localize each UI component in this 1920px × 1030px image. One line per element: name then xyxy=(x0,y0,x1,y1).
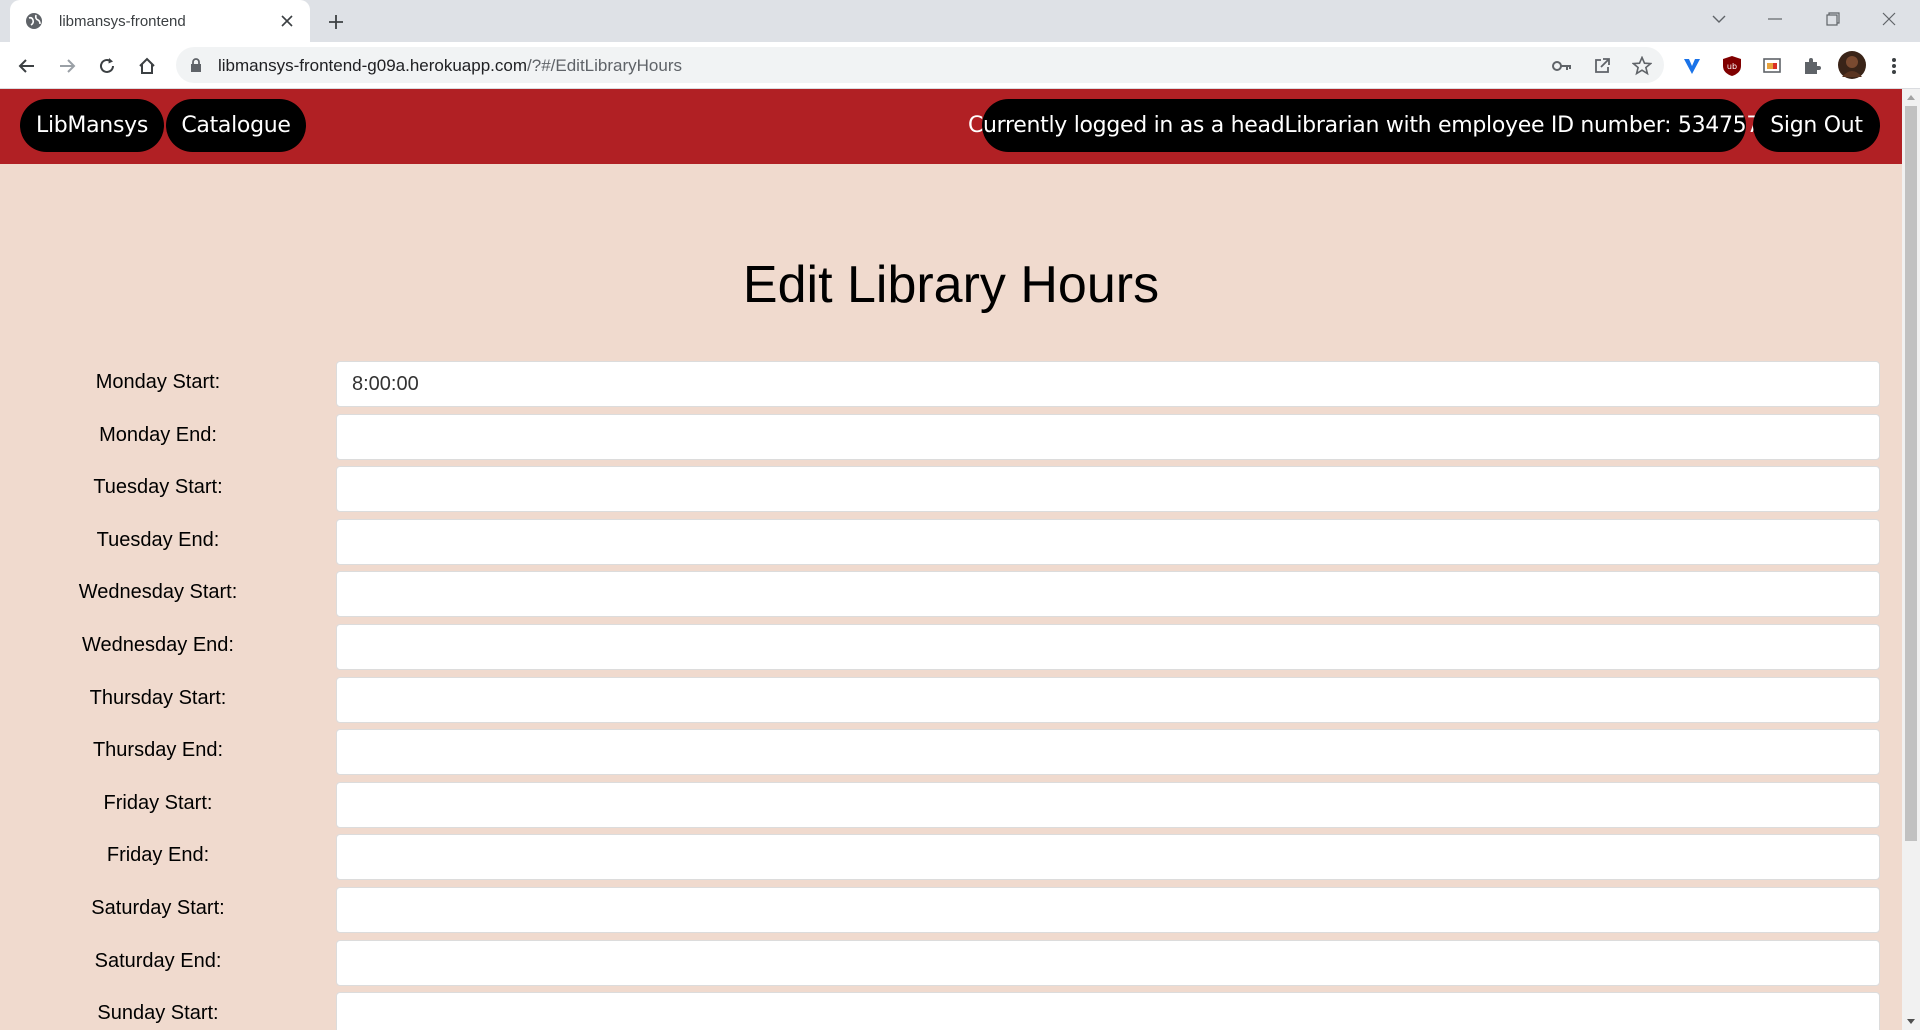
scrollbar[interactable] xyxy=(1902,89,1920,1030)
restore-icon[interactable] xyxy=(1810,0,1856,38)
hours-input[interactable] xyxy=(336,571,1880,617)
ublock-icon[interactable]: ub xyxy=(1720,54,1744,78)
page-viewport: LibMansys Catalogue Currently logged in … xyxy=(0,89,1920,1030)
field-label: Monday End: xyxy=(99,424,217,446)
hours-input[interactable] xyxy=(336,782,1880,828)
page-title: Edit Library Hours xyxy=(742,256,1160,314)
reload-icon[interactable] xyxy=(92,51,122,81)
field-label: Wednesday Start: xyxy=(78,581,238,603)
field-label: Wednesday End: xyxy=(82,634,234,656)
hours-input[interactable] xyxy=(336,887,1880,933)
forward-icon[interactable] xyxy=(52,51,82,81)
field-label: Tuesday End: xyxy=(96,529,220,551)
hours-input[interactable] xyxy=(336,940,1880,986)
star-icon[interactable] xyxy=(1630,54,1654,78)
sign-out-button[interactable]: Sign Out xyxy=(1753,99,1880,152)
field-label: Thursday Start: xyxy=(89,687,227,709)
login-status: Currently logged in as a headLibrarian w… xyxy=(968,99,1760,152)
field-label: Friday End: xyxy=(106,844,210,866)
url-text: libmansys-frontend-g09a.herokuapp.com/?#… xyxy=(218,56,682,75)
back-icon[interactable] xyxy=(12,51,42,81)
key-icon[interactable] xyxy=(1550,54,1574,78)
globe-icon xyxy=(24,11,44,31)
hours-input[interactable] xyxy=(336,992,1880,1030)
hours-input[interactable] xyxy=(336,519,1880,565)
tab-strip: libmansys-frontend xyxy=(0,0,1920,42)
svg-text:ub: ub xyxy=(1727,62,1737,71)
tab-search-icon[interactable] xyxy=(1696,0,1742,38)
browser-tab[interactable]: libmansys-frontend xyxy=(10,0,310,42)
scroll-up-icon[interactable] xyxy=(1902,89,1920,105)
hours-input[interactable] xyxy=(336,414,1880,460)
extension-icon[interactable] xyxy=(1680,54,1704,78)
puzzle-icon[interactable] xyxy=(1800,54,1824,78)
kebab-menu-icon[interactable] xyxy=(1882,54,1906,78)
hours-input[interactable] xyxy=(336,677,1880,723)
app-navbar: LibMansys Catalogue Currently logged in … xyxy=(0,89,1902,164)
hours-input[interactable] xyxy=(336,729,1880,775)
field-label: Friday Start: xyxy=(103,792,213,814)
address-bar[interactable]: libmansys-frontend-g09a.herokuapp.com/?#… xyxy=(176,47,1664,83)
field-label: Saturday End: xyxy=(94,950,222,972)
window-close-icon[interactable] xyxy=(1866,0,1912,38)
hours-input[interactable] xyxy=(336,361,1880,407)
scrollbar-thumb[interactable] xyxy=(1905,106,1917,841)
minimize-icon[interactable] xyxy=(1752,0,1798,38)
hours-input[interactable] xyxy=(336,834,1880,880)
hours-input[interactable] xyxy=(336,466,1880,512)
scroll-down-icon[interactable] xyxy=(1902,1014,1920,1030)
field-label: Saturday Start: xyxy=(91,897,225,919)
share-icon[interactable] xyxy=(1590,54,1614,78)
plus-icon[interactable] xyxy=(322,8,350,36)
field-label: Thursday End: xyxy=(92,739,224,761)
field-label: Sunday Start: xyxy=(97,1002,219,1024)
avatar[interactable] xyxy=(1838,51,1866,79)
field-label: Monday Start: xyxy=(95,371,221,393)
cast-icon[interactable] xyxy=(1760,54,1784,78)
tab-title: libmansys-frontend xyxy=(59,12,186,30)
brand-button[interactable]: LibMansys xyxy=(20,99,164,152)
hours-input[interactable] xyxy=(336,624,1880,670)
catalogue-button[interactable]: Catalogue xyxy=(166,99,306,152)
field-label: Tuesday Start: xyxy=(93,476,223,498)
close-icon[interactable] xyxy=(276,10,298,32)
lock-icon[interactable] xyxy=(188,57,204,73)
home-icon[interactable] xyxy=(132,51,162,81)
browser-toolbar: libmansys-frontend-g09a.herokuapp.com/?#… xyxy=(0,42,1920,89)
